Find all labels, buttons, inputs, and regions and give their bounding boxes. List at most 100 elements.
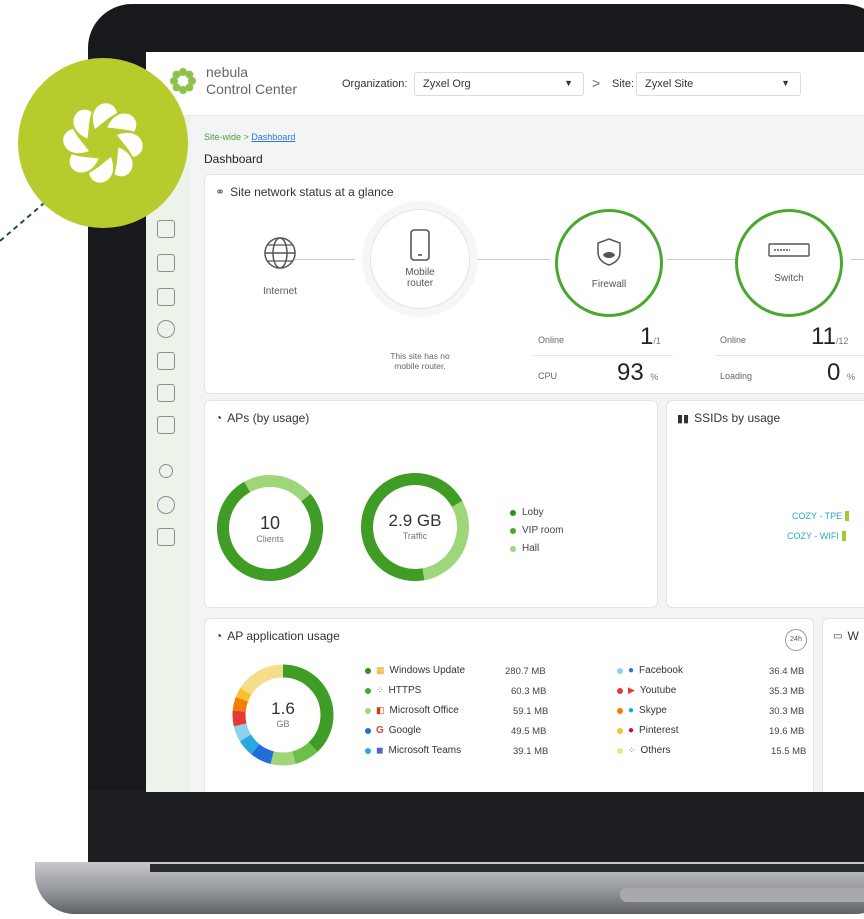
ssid-row: COZY - WIFI	[787, 531, 846, 541]
dashboard-screen: nebula Control Center Organization: Zyxe…	[146, 52, 864, 792]
legend-label: Loby	[522, 507, 544, 518]
switch-online-value: 11/12	[811, 323, 848, 351]
app-row-pinterest: ● Pinterest	[617, 725, 679, 736]
firewall-online-value: 1/1	[640, 323, 661, 351]
ssid-label: COZY - WIFI	[787, 531, 839, 541]
app-value: 59.1 MB	[513, 706, 549, 717]
device-add-icon[interactable]	[157, 254, 175, 272]
key-icon[interactable]	[159, 464, 173, 478]
organization-label: Organization:	[342, 78, 408, 90]
legend-label: Hall	[522, 543, 540, 554]
app-usage-title: ◔ AP application usage	[215, 629, 340, 643]
network-status-title: ⚭ Site network status at a glance	[215, 185, 394, 199]
firewall-online-count: 1	[640, 323, 654, 350]
site-select[interactable]: Zyxel Site ▼	[636, 72, 801, 96]
app-row-https: ⁘ HTTPS	[365, 685, 421, 696]
mobile-router-node[interactable]: Mobile router	[370, 209, 470, 309]
legend-label: VIP room	[522, 525, 564, 536]
partial-card-title-text: W	[847, 629, 859, 643]
brand-line1: nebula	[206, 64, 249, 80]
brand-line2: Control Center	[206, 81, 298, 97]
app-name: Facebook	[639, 665, 683, 676]
switch-loading-number: 0	[827, 359, 841, 386]
switch-node[interactable]: Switch	[735, 209, 843, 317]
google-icon: G	[376, 725, 384, 736]
legend-vip-room: VIP room	[510, 525, 564, 536]
firewall-label: Firewall	[591, 278, 627, 290]
report-icon[interactable]	[157, 352, 175, 370]
app-value: 15.5 MB	[771, 746, 807, 757]
legend-dot	[617, 727, 623, 734]
phone-icon	[410, 229, 430, 261]
network-status-title-text: Site network status at a glance	[230, 185, 394, 199]
app-row-facebook: ● Facebook	[617, 665, 683, 676]
legend-loby: Loby	[510, 507, 544, 518]
clients-value: 10	[259, 513, 281, 533]
bar-chart-icon: ▮▮	[677, 412, 690, 425]
app-value: 280.7 MB	[505, 666, 546, 677]
legend-dot	[365, 727, 371, 734]
nebula-flower-icon	[63, 103, 143, 183]
legend-dot	[365, 687, 371, 694]
shield-icon	[597, 237, 621, 266]
app-name: Pinterest	[639, 725, 679, 736]
office-icon: ◧	[376, 705, 385, 715]
facebook-icon: ●	[628, 665, 635, 676]
aps-title: ◔ APs (by usage)	[215, 411, 309, 425]
page-title: Dashboard	[204, 152, 263, 166]
ssid-row: COZY - TPE	[792, 511, 850, 521]
app-value: 30.3 MB	[769, 706, 805, 717]
app-name: Others	[640, 745, 671, 756]
trend-chart-icon[interactable]	[157, 384, 175, 402]
firewall-node[interactable]: Firewall	[555, 209, 663, 317]
app-name: Youtube	[639, 685, 677, 696]
traffic-center: 2.9 GB Traffic	[359, 511, 471, 541]
organization-select[interactable]: Zyxel Org ▼	[414, 72, 584, 96]
link-line	[470, 259, 550, 260]
skype-icon: ●	[628, 705, 635, 716]
app-value: 35.3 MB	[769, 686, 805, 697]
pinterest-icon: ●	[628, 725, 635, 736]
grid-icon: ⁘	[628, 745, 636, 755]
breadcrumb-link[interactable]: Dashboard	[251, 132, 295, 142]
time-range-button[interactable]: 24h	[785, 629, 807, 651]
legend-dot	[510, 509, 516, 516]
app-row-others: ⁘ Others	[617, 745, 671, 756]
internet-label: Internet	[263, 286, 297, 297]
pie-chart-icon[interactable]	[157, 320, 175, 338]
laptop-notch	[620, 888, 864, 902]
server-icon[interactable]	[157, 220, 175, 238]
monitor-icon: ▭	[833, 630, 843, 642]
firewall-online-total: /1	[653, 336, 661, 346]
app-name: Skype	[639, 705, 667, 716]
switch-label: Switch	[774, 272, 804, 284]
aps-title-text: APs (by usage)	[227, 411, 310, 425]
internet-node[interactable]: Internet	[245, 233, 315, 297]
app-value: 49.5 MB	[511, 726, 547, 737]
laptop-hinge	[150, 864, 864, 872]
chevron-down-icon: ▼	[564, 78, 573, 88]
help-icon[interactable]	[157, 496, 175, 514]
app-usage-total: 1.6	[271, 699, 295, 718]
monitor-icon[interactable]	[157, 288, 175, 306]
stat-divider	[715, 355, 864, 356]
building-icon[interactable]	[157, 528, 175, 546]
ssid-bar	[841, 531, 846, 541]
legend-hall: Hall	[510, 543, 539, 554]
topology-icon: ⚭	[215, 185, 226, 199]
app-name: Google	[388, 725, 422, 736]
clients-center: 10 Clients	[215, 513, 325, 544]
clients-label: Clients	[256, 534, 284, 544]
firewall-cpu-unit: %	[650, 372, 659, 382]
app-row-google: G Google	[365, 725, 421, 736]
settings-list-icon[interactable]	[157, 416, 175, 434]
switch-online-total: /12	[835, 336, 849, 346]
globe-icon	[264, 237, 296, 269]
chevron-down-icon: ▼	[781, 78, 790, 88]
app-value: 36.4 MB	[769, 666, 805, 677]
app-row-youtube: ▶ Youtube	[617, 685, 676, 696]
legend-dot	[617, 747, 623, 754]
firewall-cpu-number: 93	[617, 359, 644, 386]
ssids-by-usage-card: ▮▮ SSIDs by usage COZY - TPE COZY - WIFI	[666, 400, 864, 608]
switch-icon	[768, 242, 810, 257]
